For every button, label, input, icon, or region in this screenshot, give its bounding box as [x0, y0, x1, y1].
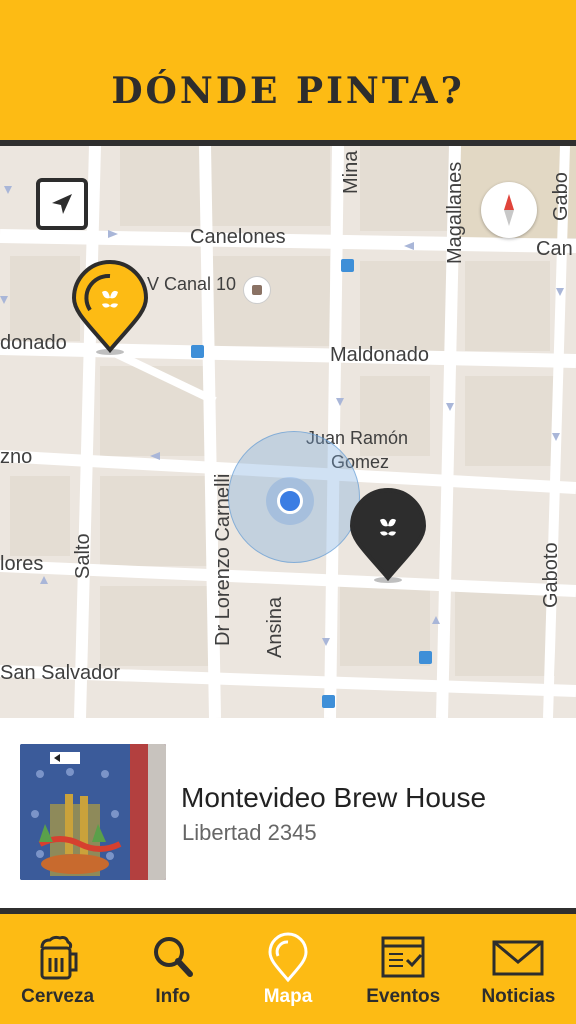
calendar-icon [381, 936, 425, 978]
place-card[interactable]: Montevideo Brew House Libertad 2345 [0, 718, 576, 908]
place-title: Montevideo Brew House [181, 782, 487, 813]
street-label: zno [0, 446, 33, 468]
nav-label: Noticias [481, 986, 556, 1007]
page-title: DÓNDE PINTA? [111, 70, 465, 112]
search-icon [153, 937, 193, 977]
street-label: Gabo [550, 172, 572, 221]
place-address: Libertad 2345 [182, 820, 317, 845]
nav-item-mapa[interactable]: Mapa [230, 914, 345, 1024]
nav-label: Info [155, 986, 191, 1007]
street-label: Gaboto [540, 542, 562, 608]
nav-label: Eventos [366, 986, 441, 1007]
street-label: Mina [340, 150, 362, 194]
street-label: San Salvador [0, 662, 121, 684]
brewery-pin-active[interactable] [70, 258, 154, 358]
nav-item-info[interactable]: Info [115, 914, 230, 1024]
nav-item-cerveza[interactable]: Cerveza [0, 914, 115, 1024]
street-label: V Canal 10 [147, 274, 237, 294]
street-label: Ansina [264, 596, 286, 658]
current-location-dot [266, 477, 314, 525]
app-header: DÓNDE PINTA? [0, 0, 576, 140]
street-label: Magallanes [444, 161, 466, 264]
nav-label: Mapa [263, 986, 313, 1007]
nav-label: Cerveza [21, 986, 95, 1007]
mail-icon [492, 940, 544, 976]
street-label: lores [0, 553, 44, 575]
compass-button[interactable] [481, 182, 537, 238]
bottom-nav: Cerveza Info Mapa Eventos Noticias [0, 914, 576, 1024]
my-location-button[interactable] [36, 178, 88, 230]
beer-mug-icon [40, 935, 78, 980]
nav-item-eventos[interactable]: Eventos [346, 914, 461, 1024]
street-label: Maldonado [330, 344, 429, 366]
map-pin-icon [268, 932, 308, 983]
navigation-arrow-icon [52, 194, 72, 214]
street-label: Canelones [190, 226, 286, 248]
nav-item-noticias[interactable]: Noticias [461, 914, 576, 1024]
poi-marker[interactable] [243, 276, 271, 304]
street-label: donado [0, 332, 67, 354]
map-view[interactable]: Canelones Can V Canal 10 donado Maldonad… [0, 146, 576, 718]
brewery-pin[interactable] [348, 486, 432, 586]
street-label: Can [536, 238, 573, 260]
compass-icon [504, 194, 514, 226]
street-label: Salto [72, 533, 94, 579]
place-photo [20, 744, 166, 880]
